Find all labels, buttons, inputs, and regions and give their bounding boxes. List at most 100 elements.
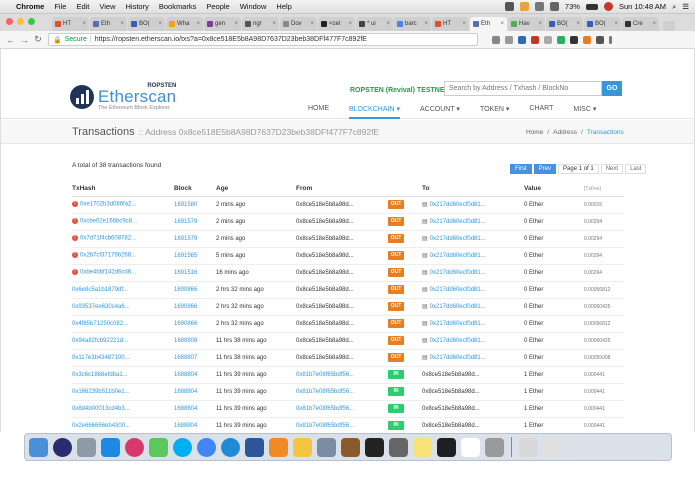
from-address[interactable]: 0x81b7e08f65bdf56... xyxy=(296,423,354,429)
menubar-clock[interactable]: Sun 10:48 AM xyxy=(619,2,666,11)
block-link[interactable]: 1690866 xyxy=(174,287,197,293)
from-address[interactable]: 0x81b7e08f65bdf56... xyxy=(296,389,354,395)
trash-icon[interactable] xyxy=(543,437,562,457)
close-tab-icon[interactable]: × xyxy=(462,21,466,27)
to-address[interactable]: 0x217dd60ecf0d81... xyxy=(430,287,486,293)
close-tab-icon[interactable]: × xyxy=(652,21,656,27)
txhash-link[interactable]: 0x4f85b71250c082... xyxy=(72,321,128,327)
wifi-icon[interactable] xyxy=(534,2,544,11)
nav-chart[interactable]: CHART xyxy=(529,105,553,119)
activity-monitor-icon[interactable] xyxy=(437,437,456,457)
lockscreen-icon[interactable] xyxy=(519,437,538,457)
menu-window[interactable]: Window xyxy=(240,2,267,11)
close-tab-icon[interactable]: × xyxy=(120,21,124,27)
etherscan-logo[interactable]: ROPSTEN Etherscan The Ethereum Block Exp… xyxy=(70,83,176,111)
prev-page-button[interactable]: Prev xyxy=(533,164,557,174)
to-address[interactable]: 0x217dd60ecf0d81... xyxy=(430,270,486,276)
browser-tab[interactable]: HT × xyxy=(52,17,89,31)
vlc-icon[interactable] xyxy=(269,437,288,457)
menu-people[interactable]: People xyxy=(206,2,229,11)
txhash-link[interactable]: 0x166239b511b0e1... xyxy=(72,389,130,395)
launchpad-icon[interactable] xyxy=(77,437,96,457)
close-window-icon[interactable] xyxy=(6,18,13,25)
app-status-icon[interactable] xyxy=(519,2,529,11)
metamask-extension-icon[interactable] xyxy=(583,35,591,44)
from-address[interactable]: 0x81b7e08f65bdf56... xyxy=(296,406,354,412)
search-go-button[interactable]: GO xyxy=(602,81,622,96)
breadcrumb-home[interactable]: Home xyxy=(526,129,543,136)
chrome-icon[interactable] xyxy=(197,437,216,457)
calendar-icon[interactable] xyxy=(461,437,480,457)
menu-bookmarks[interactable]: Bookmarks xyxy=(159,2,197,11)
nav-account[interactable]: ACCOUNT ▾ xyxy=(420,105,460,119)
close-tab-icon[interactable]: × xyxy=(614,21,618,27)
battery-percent[interactable]: 73% xyxy=(565,2,580,11)
txhash-link[interactable]: 0x93537ee630c4a6... xyxy=(72,304,130,310)
photos-icon[interactable] xyxy=(293,437,312,457)
star-bookmark-icon[interactable] xyxy=(505,35,513,44)
nav-token[interactable]: TOKEN ▾ xyxy=(480,105,509,119)
txhash-link[interactable]: 0x3c6c18b8efdba1... xyxy=(72,372,128,378)
close-tab-icon[interactable]: × xyxy=(500,21,504,27)
block-link[interactable]: 1688804 xyxy=(174,423,197,429)
menu-view[interactable]: View xyxy=(99,2,115,11)
txhash-link[interactable]: 0xcbe02e166bc9c8... xyxy=(80,219,137,225)
back-button[interactable]: ← xyxy=(6,35,15,45)
toolbox-icon[interactable] xyxy=(341,437,360,457)
txhash-link[interactable]: 0x2e666666eb4300... xyxy=(72,423,130,429)
word-icon[interactable] xyxy=(245,437,264,457)
close-tab-icon[interactable]: × xyxy=(424,21,428,27)
battery-icon[interactable] xyxy=(585,3,598,10)
block-link[interactable]: 1691516 xyxy=(174,270,197,276)
block-link[interactable]: 1691579 xyxy=(174,236,197,242)
to-address[interactable]: 0x217dd60ecf0d81... xyxy=(430,219,486,225)
txhash-link[interactable]: 0x8d4b00013cd4b3... xyxy=(72,406,130,412)
browser-tab[interactable]: gen × xyxy=(204,17,241,31)
close-tab-icon[interactable]: × xyxy=(158,21,162,27)
next-page-button[interactable]: Next xyxy=(600,164,624,174)
script-editor-icon[interactable] xyxy=(485,437,504,457)
first-page-button[interactable]: First xyxy=(510,164,532,174)
terminal-icon[interactable] xyxy=(365,437,384,457)
to-address[interactable]: 0x217dd60ecf0d81... xyxy=(430,321,486,327)
to-address[interactable]: 0x217dd60ecf0d81... xyxy=(430,304,486,310)
notification-center-icon[interactable]: ☰ xyxy=(682,2,689,11)
browser-tab[interactable]: Eth × xyxy=(90,17,127,31)
txhash-link[interactable]: 0x117e3b43487100... xyxy=(72,355,130,361)
block-link[interactable]: 1688804 xyxy=(174,372,197,378)
w-extension-icon[interactable] xyxy=(518,35,526,44)
profile-extension-icon[interactable] xyxy=(596,35,604,44)
siri-icon[interactable] xyxy=(53,437,72,457)
skype-icon[interactable] xyxy=(173,437,192,457)
gray-extension-icon[interactable] xyxy=(544,35,552,44)
close-tab-icon[interactable]: × xyxy=(196,21,200,27)
browser-tab[interactable]: Hav × xyxy=(508,17,545,31)
to-address[interactable]: 0x217dd60ecf0d81... xyxy=(430,202,486,208)
url-text[interactable]: https://ropsten.etherscan.io/txs?a=0x8ce… xyxy=(95,36,367,43)
browser-tab[interactable]: <cel × xyxy=(318,17,355,31)
nav-misc[interactable]: MISC ▾ xyxy=(573,105,596,119)
red-extension-icon[interactable] xyxy=(531,35,539,44)
flag-icon[interactable] xyxy=(603,2,613,11)
scanner-icon[interactable] xyxy=(389,437,408,457)
txhash-link[interactable]: 0xbe4bbf142d6cd6... xyxy=(80,270,136,276)
notes-icon[interactable] xyxy=(413,437,432,457)
browser-tab[interactable]: Cre × xyxy=(622,17,659,31)
to-address[interactable]: 0x217dd60ecf0d81... xyxy=(430,355,486,361)
block-link[interactable]: 1690866 xyxy=(174,304,197,310)
from-address[interactable]: 0x81b7e08f65bdf56... xyxy=(296,372,354,378)
close-tab-icon[interactable]: × xyxy=(272,21,276,27)
preview-icon[interactable] xyxy=(317,437,336,457)
block-link[interactable]: 1688808 xyxy=(174,338,197,344)
nav-home[interactable]: HOME xyxy=(308,105,329,119)
itunes-icon[interactable] xyxy=(125,437,144,457)
chrome-menu-icon[interactable] xyxy=(609,35,612,44)
to-address[interactable]: 0x217dd60ecf0d81... xyxy=(430,253,486,259)
close-tab-icon[interactable]: × xyxy=(234,21,238,27)
txhash-link[interactable]: 0xe1702b3d086fa2... xyxy=(80,202,136,208)
new-tab-button[interactable] xyxy=(663,21,675,31)
messages-icon[interactable] xyxy=(149,437,168,457)
block-link[interactable]: 1691565 xyxy=(174,253,197,259)
browser-tab[interactable]: BO(× xyxy=(546,17,583,31)
block-link[interactable]: 1688804 xyxy=(174,389,197,395)
